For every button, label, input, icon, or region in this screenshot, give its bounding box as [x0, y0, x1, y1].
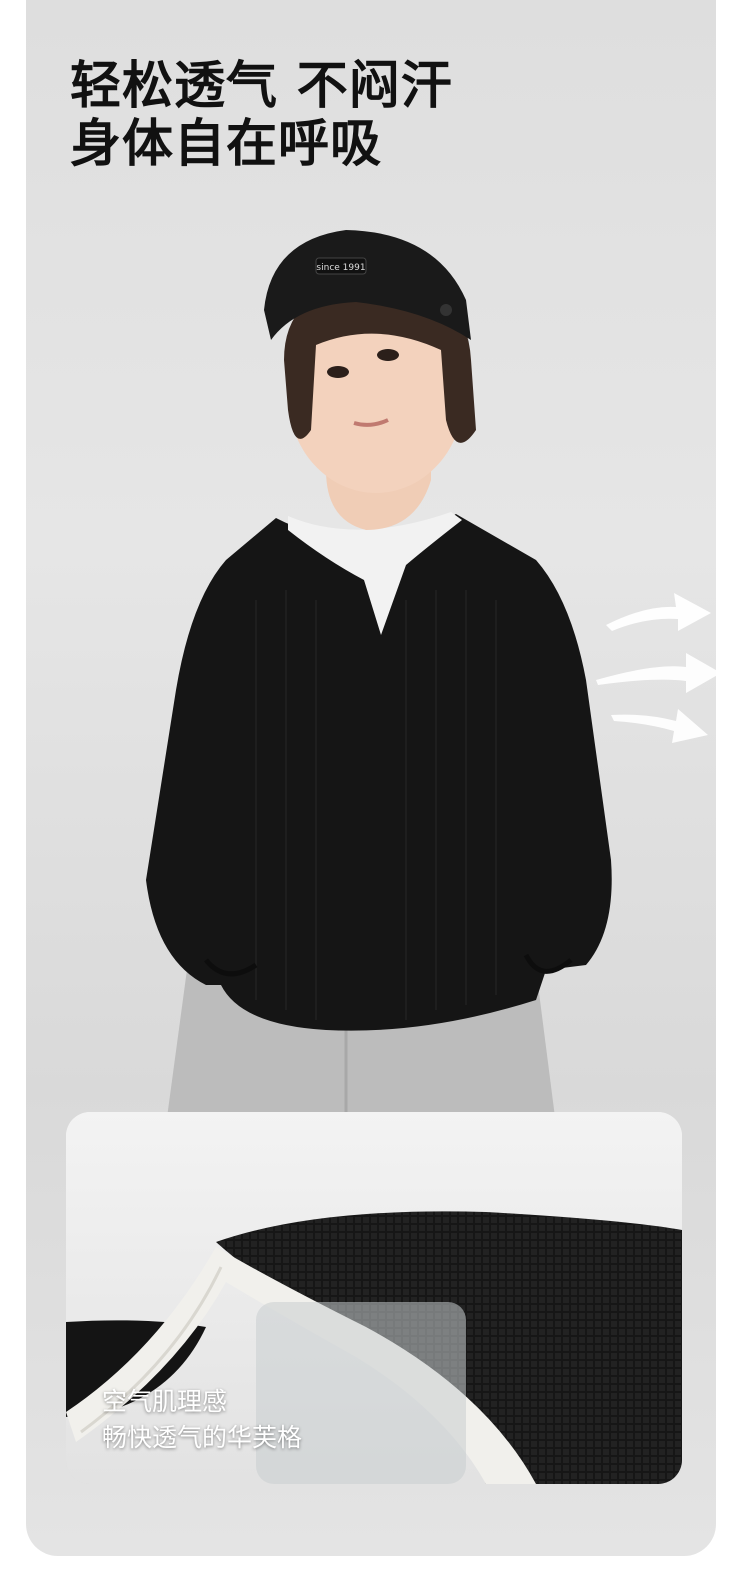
caption-line-2: 畅快透气的华芙格: [102, 1423, 303, 1452]
airflow-arrows: [596, 593, 716, 743]
model-photo: since 1991: [146, 230, 612, 1125]
product-banner: 轻松透气 不闷汗 身体自在呼吸 since 1991 空气肌理感 畅快透气的华芙…: [26, 0, 716, 1556]
cap-brand-label: since 1991: [316, 263, 365, 273]
fabric-caption: 空气肌理感 畅快透气的华芙格: [102, 1384, 302, 1456]
airflow-arrow-icon: [596, 593, 716, 743]
fabric-detail-card: 空气肌理感 畅快透气的华芙格: [66, 1112, 682, 1484]
caption-line-1: 空气肌理感: [102, 1387, 228, 1416]
